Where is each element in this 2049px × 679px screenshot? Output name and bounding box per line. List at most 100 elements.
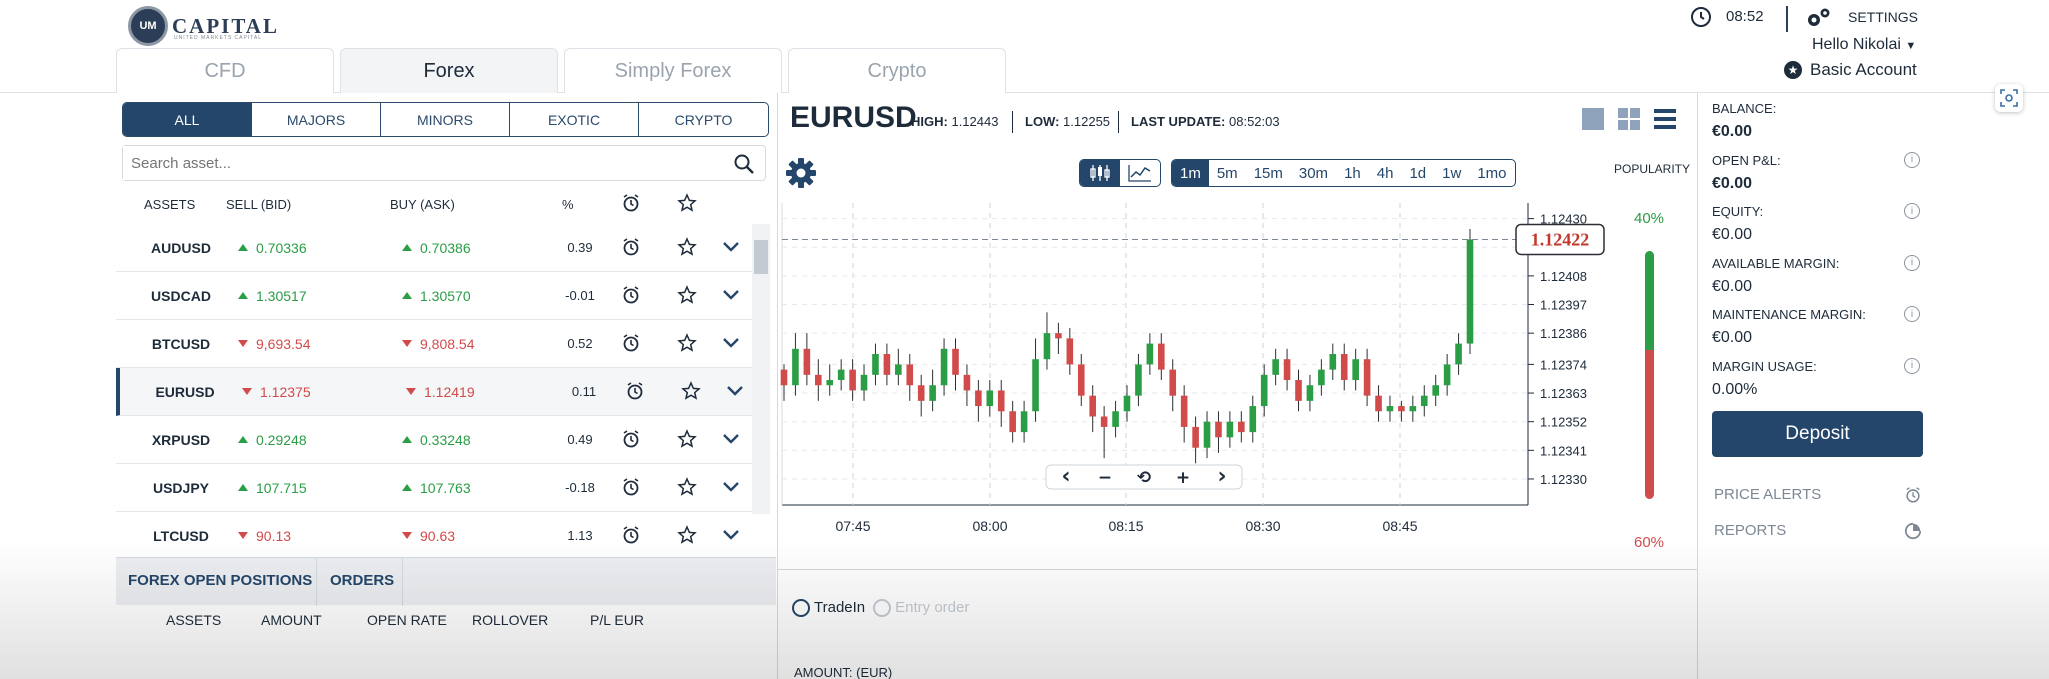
chevron-down-icon[interactable] xyxy=(722,240,740,254)
entry-order-option[interactable]: Entry order xyxy=(873,599,969,618)
candle-body[interactable] xyxy=(1043,333,1051,360)
candle-body[interactable] xyxy=(1180,395,1188,427)
sell-price[interactable]: 1.12375 xyxy=(242,384,311,400)
chevron-down-icon[interactable] xyxy=(722,480,740,494)
candle-body[interactable] xyxy=(1318,369,1325,386)
buy-price[interactable]: 1.12419 xyxy=(406,384,475,400)
candle-body[interactable] xyxy=(895,364,902,375)
timeframe-4h[interactable]: 4h xyxy=(1369,160,1402,186)
single-view-icon[interactable] xyxy=(1581,107,1605,131)
candle-body[interactable] xyxy=(1420,395,1428,407)
candle-body[interactable] xyxy=(872,354,879,375)
candle-body[interactable] xyxy=(1455,343,1462,365)
price-alerts-link[interactable]: PRICE ALERTS xyxy=(1714,486,1821,503)
deposit-button[interactable]: Deposit xyxy=(1712,411,1923,457)
tab-orders[interactable]: ORDERS xyxy=(330,572,394,589)
star-icon[interactable] xyxy=(677,285,697,305)
candle-body[interactable] xyxy=(1409,406,1417,412)
candle-body[interactable] xyxy=(1066,338,1074,365)
info-icon[interactable]: i xyxy=(1904,151,1920,168)
candle-body[interactable] xyxy=(986,390,994,407)
candle-body[interactable] xyxy=(1432,385,1439,396)
candle-body[interactable] xyxy=(780,369,788,386)
brand-logo[interactable]: UM CAPITAL UNITED MARKETS CAPITAL xyxy=(128,6,279,46)
timeframe-1w[interactable]: 1w xyxy=(1434,160,1469,186)
reset-zoom-icon[interactable]: ⟲ xyxy=(1137,468,1151,488)
reports-icon[interactable] xyxy=(1904,522,1922,540)
candle-body[interactable] xyxy=(826,380,834,386)
price-alerts-icon[interactable] xyxy=(1904,486,1922,504)
candle-body[interactable] xyxy=(815,374,822,386)
alarm-icon[interactable] xyxy=(621,429,641,449)
entry-order-radio[interactable] xyxy=(873,599,892,618)
timeframe-1m[interactable]: 1m xyxy=(1172,160,1209,186)
asset-row[interactable]: AUDUSD 0.70336 0.70386 0.39 xyxy=(116,224,756,272)
info-icon[interactable]: i xyxy=(1904,254,1920,271)
candle-body[interactable] xyxy=(883,354,891,375)
tradein-option[interactable]: TradeIn xyxy=(792,599,865,618)
candle-body[interactable] xyxy=(860,374,868,391)
info-icon[interactable]: i xyxy=(1904,203,1920,219)
tab-cfd[interactable]: CFD xyxy=(116,48,334,93)
alarm-icon[interactable] xyxy=(621,333,641,353)
sell-price[interactable]: 9,693.54 xyxy=(238,336,311,352)
candle-body[interactable] xyxy=(1123,395,1131,412)
sell-price[interactable]: 90.13 xyxy=(238,528,291,544)
star-icon[interactable] xyxy=(677,477,697,497)
timeframe-30m[interactable]: 30m xyxy=(1291,160,1336,186)
star-icon[interactable] xyxy=(677,429,697,449)
filter-all[interactable]: ALL xyxy=(123,103,252,136)
candle-body[interactable] xyxy=(1146,343,1154,365)
candle-body[interactable] xyxy=(1249,406,1257,433)
sell-price[interactable]: 107.715 xyxy=(238,480,307,496)
candle-body[interactable] xyxy=(1352,359,1359,381)
timeframe-15m[interactable]: 15m xyxy=(1246,160,1291,186)
timeframe-1mo[interactable]: 1mo xyxy=(1469,160,1514,186)
alarm-icon[interactable] xyxy=(621,525,641,545)
candle-body[interactable] xyxy=(1398,406,1405,412)
candle-body[interactable] xyxy=(1100,416,1108,427)
buy-price[interactable]: 0.33248 xyxy=(402,432,471,448)
buy-price[interactable]: 9,808.54 xyxy=(402,336,475,352)
reports-link[interactable]: REPORTS xyxy=(1714,522,1786,539)
gear-icon[interactable] xyxy=(1804,6,1832,30)
candle-body[interactable] xyxy=(1260,374,1268,407)
chevron-down-icon[interactable] xyxy=(722,288,740,302)
candle-body[interactable] xyxy=(1055,333,1062,339)
tab-simply-forex[interactable]: Simply Forex xyxy=(564,48,782,93)
alarm-icon[interactable] xyxy=(621,237,641,257)
tab-crypto[interactable]: Crypto xyxy=(788,48,1006,93)
fullscreen-capture-button[interactable] xyxy=(1995,84,2023,112)
settings-link[interactable]: SETTINGS xyxy=(1848,9,1918,25)
timeframe-1d[interactable]: 1d xyxy=(1401,160,1434,186)
info-icon[interactable]: i xyxy=(1904,306,1920,322)
candle-body[interactable] xyxy=(906,364,914,386)
sell-price[interactable]: 1.30517 xyxy=(238,288,307,304)
candle-body[interactable] xyxy=(1306,385,1314,401)
chart-settings-gear-icon[interactable] xyxy=(785,157,817,189)
star-icon[interactable] xyxy=(677,333,697,353)
candle-body[interactable] xyxy=(1032,359,1039,412)
star-icon[interactable] xyxy=(677,525,697,545)
chevron-down-icon[interactable] xyxy=(726,384,744,398)
candle-body[interactable] xyxy=(1009,411,1016,433)
candle-body[interactable] xyxy=(1283,359,1291,381)
asset-row[interactable]: USDCAD 1.30517 1.30570 -0.01 xyxy=(116,272,756,320)
candle-body[interactable] xyxy=(1363,359,1371,396)
filter-minors[interactable]: MINORS xyxy=(381,103,510,136)
tab-forex-open-positions[interactable]: FOREX OPEN POSITIONS xyxy=(128,572,312,589)
filter-crypto[interactable]: CRYPTO xyxy=(639,103,768,136)
asset-row[interactable]: XRPUSD 0.29248 0.33248 0.49 xyxy=(116,416,756,464)
chevron-down-icon[interactable] xyxy=(722,432,740,446)
zoom-in-icon[interactable]: + xyxy=(1176,468,1190,488)
candle-body[interactable] xyxy=(952,348,959,375)
user-menu[interactable]: Hello Nikolai ▼ xyxy=(1812,36,1916,54)
search-icon[interactable] xyxy=(733,153,755,175)
scrollbar-thumb[interactable] xyxy=(754,240,768,274)
candle-body[interactable] xyxy=(1112,411,1119,427)
chevron-down-icon[interactable] xyxy=(722,336,740,350)
candle-body[interactable] xyxy=(803,348,811,375)
buy-price[interactable]: 0.70386 xyxy=(402,240,471,256)
timeframe-1h[interactable]: 1h xyxy=(1336,160,1369,186)
asset-row[interactable]: BTCUSD 9,693.54 9,808.54 0.52 xyxy=(116,320,756,368)
